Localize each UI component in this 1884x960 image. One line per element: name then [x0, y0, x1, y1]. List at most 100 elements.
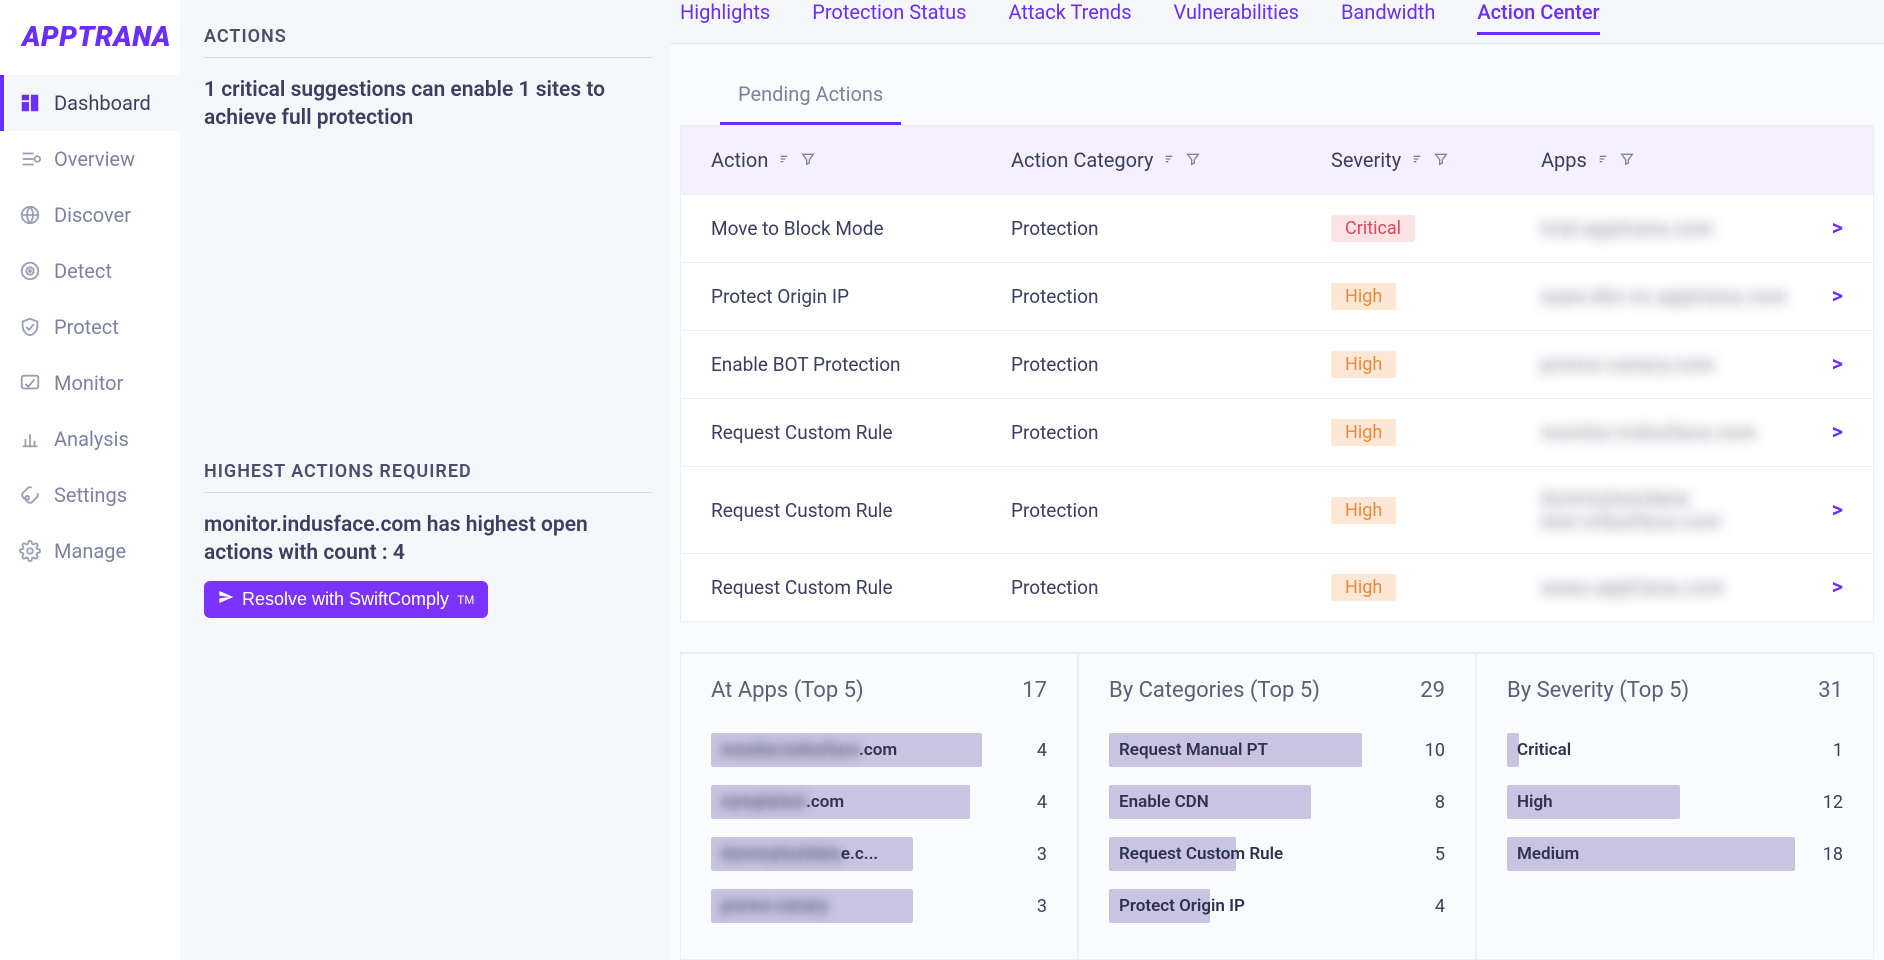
bar-value: 18: [1813, 844, 1843, 865]
tab-action-center[interactable]: Action Center: [1477, 0, 1599, 35]
chevron-right-icon[interactable]: >: [1803, 420, 1843, 445]
nav-item-manage[interactable]: Manage: [0, 523, 180, 579]
nav-item-monitor[interactable]: Monitor: [0, 355, 180, 411]
cell-apps: saas-dev-vn.apptrana.com: [1541, 285, 1803, 308]
bar-label: Request Manual PT: [1119, 740, 1268, 760]
sort-icon[interactable]: [1163, 148, 1179, 172]
sort-icon[interactable]: [1597, 148, 1613, 172]
bar-value: 12: [1813, 792, 1843, 813]
sidebar: APPTRANA Dashboard Overview DiscoverDetect…: [0, 0, 180, 960]
table-row[interactable]: Request Custom RuleProtectionHighmonitor…: [681, 398, 1873, 466]
th-severity[interactable]: Severity: [1331, 148, 1541, 172]
analysis-icon: [18, 427, 42, 451]
resolve-button-label: Resolve with SwiftComply: [242, 589, 449, 610]
tab-bandwidth[interactable]: Bandwidth: [1341, 0, 1435, 35]
bar-label: Request Custom Rule: [1119, 844, 1283, 864]
bar-value: 1: [1813, 740, 1843, 761]
bar-row: Request Custom Rule5: [1109, 837, 1445, 871]
filter-icon[interactable]: [800, 148, 816, 172]
cell-action: Request Custom Rule: [711, 421, 1011, 444]
severity-badge: High: [1331, 574, 1396, 601]
cell-severity: High: [1331, 283, 1541, 310]
nav-item-protect[interactable]: Protect: [0, 299, 180, 355]
nav-item-discover[interactable]: Discover: [0, 187, 180, 243]
sort-icon[interactable]: [1411, 148, 1427, 172]
bar-label: Enable CDN: [1119, 792, 1209, 812]
cell-severity: High: [1331, 574, 1541, 601]
chevron-right-icon[interactable]: >: [1803, 216, 1843, 241]
paper-plane-icon: [218, 589, 234, 610]
th-action[interactable]: Action: [711, 148, 1011, 172]
nav-label: Analysis: [54, 427, 129, 451]
chevron-right-icon[interactable]: >: [1803, 498, 1843, 523]
table-row[interactable]: Request Custom RuleProtectionHighwaas.ap…: [681, 553, 1873, 621]
bar-value: 4: [1017, 740, 1047, 761]
nav-item-overview[interactable]: Overview: [0, 131, 180, 187]
tab-protection-status[interactable]: Protection Status: [812, 0, 966, 35]
cell-category: Protection: [1011, 576, 1331, 599]
bar-label: Protect Origin IP: [1119, 896, 1245, 916]
filter-icon[interactable]: [1619, 148, 1635, 172]
table-row[interactable]: Enable BOT ProtectionProtectionHighpromo…: [681, 330, 1873, 398]
sort-icon[interactable]: [778, 148, 794, 172]
bar-row: Critical1: [1507, 733, 1843, 767]
table-row[interactable]: Protect Origin IPProtectionHighsaas-dev-…: [681, 262, 1873, 330]
filter-icon[interactable]: [1433, 148, 1449, 172]
cell-action: Move to Block Mode: [711, 217, 1011, 240]
dashboard-tabs: Highlights Protection Status Attack Trends…: [670, 0, 1884, 44]
resolve-swiftcomply-button[interactable]: Resolve with SwiftComplyTM: [204, 581, 488, 618]
table-row[interactable]: Request Custom RuleProtectionHighdummyte…: [681, 466, 1873, 553]
cell-apps: promo-canary.com: [1541, 353, 1803, 376]
bar-value: 3: [1017, 896, 1047, 917]
card-by-severity-title: By Severity (Top 5): [1507, 678, 1689, 703]
chevron-right-icon[interactable]: >: [1803, 575, 1843, 600]
bar-track: Enable CDN: [1109, 785, 1397, 819]
bar-track: High: [1507, 785, 1795, 819]
th-apps[interactable]: Apps: [1541, 148, 1803, 172]
chevron-right-icon[interactable]: >: [1803, 284, 1843, 309]
bar-row: promo-canary 3: [711, 889, 1047, 923]
table-row[interactable]: Move to Block ModeProtectionCriticaltria…: [681, 194, 1873, 262]
logo: APPTRANA: [0, 10, 180, 71]
bar-value: 3: [1017, 844, 1047, 865]
nav-item-dashboard[interactable]: Dashboard: [0, 75, 180, 131]
nav-item-detect[interactable]: Detect: [0, 243, 180, 299]
cell-severity: High: [1331, 351, 1541, 378]
tab-highlights[interactable]: Highlights: [680, 0, 770, 35]
severity-badge: High: [1331, 283, 1396, 310]
bar-track: promo-canary: [711, 889, 999, 923]
protect-icon: [18, 315, 42, 339]
bar-label: monitor.indusface.com: [721, 740, 897, 760]
th-category-label: Action Category: [1011, 148, 1153, 172]
cell-category: Protection: [1011, 499, 1331, 522]
cell-apps: monitor.indusface.com: [1541, 421, 1803, 444]
bar-row: monitor.indusface.com 4: [711, 733, 1047, 767]
th-action-label: Action: [711, 148, 768, 172]
bar-track: dummytestdatae.c...: [711, 837, 999, 871]
nav-label: Settings: [54, 483, 127, 507]
bar-track: Medium: [1507, 837, 1795, 871]
monitor-icon: [18, 371, 42, 395]
nav-item-analysis[interactable]: Analysis: [0, 411, 180, 467]
severity-badge: High: [1331, 497, 1396, 524]
tab-pending-actions[interactable]: Pending Actions: [720, 72, 901, 125]
chevron-right-icon[interactable]: >: [1803, 352, 1843, 377]
cell-category: Protection: [1011, 285, 1331, 308]
bar-row: sampletest.com4: [711, 785, 1047, 819]
main-content: Highlights Protection Status Attack Trends…: [670, 0, 1884, 960]
cell-category: Protection: [1011, 217, 1331, 240]
th-category[interactable]: Action Category: [1011, 148, 1331, 172]
filter-icon[interactable]: [1185, 148, 1201, 172]
card-by-categories-title: By Categories (Top 5): [1109, 678, 1320, 703]
nav-item-settings[interactable]: Settings: [0, 467, 180, 523]
pending-actions-table: Action Action Category Severity: [680, 125, 1874, 622]
nav-label: Overview: [54, 147, 135, 171]
overview-icon: [18, 147, 42, 171]
card-by-severity: By Severity (Top 5) 31 Critical1 High 12 Me…: [1476, 653, 1874, 960]
bar-value: 10: [1415, 740, 1445, 761]
actions-side-panel: ACTIONS 1 critical suggestions can enabl…: [180, 0, 670, 960]
tab-attack-trends[interactable]: Attack Trends: [1008, 0, 1131, 35]
nav-label: Protect: [54, 315, 119, 339]
tab-vulnerabilities[interactable]: Vulnerabilities: [1174, 0, 1299, 35]
card-by-severity-total: 31: [1818, 678, 1843, 703]
